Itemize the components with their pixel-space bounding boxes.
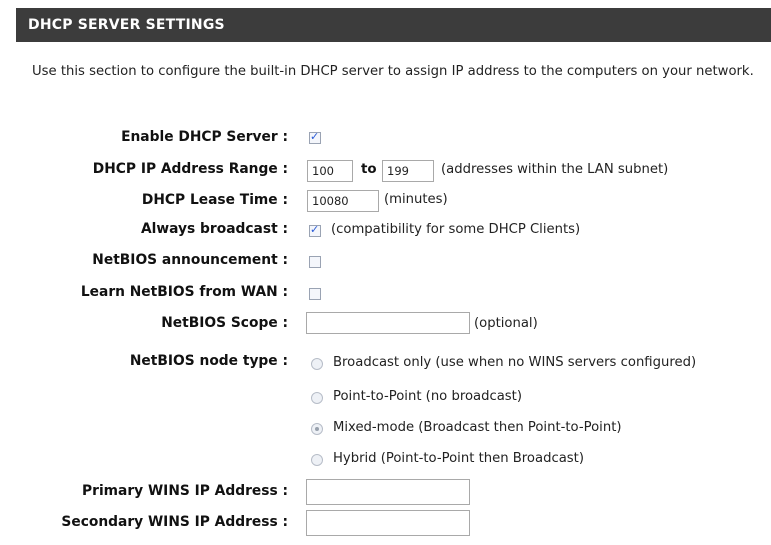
secondary-wins-input[interactable] [306, 510, 470, 536]
label-ip-range: DHCP IP Address Range : [92, 161, 288, 177]
lease-time-input[interactable]: 10080 [307, 190, 379, 212]
section-description: Use this section to configure the built-… [32, 64, 754, 79]
lease-time-unit: (minutes) [384, 192, 448, 207]
dhcp-settings-panel: DHCP SERVER SETTINGS Use this section to… [16, 8, 771, 545]
netbios-scope-input[interactable] [306, 312, 470, 334]
netbios-scope-hint: (optional) [474, 316, 538, 331]
radio-label-broadcast-only: Broadcast only (use when no WINS servers… [333, 355, 697, 370]
checkbox-learn-netbios[interactable] [309, 288, 321, 300]
label-always-broadcast: Always broadcast : [140, 221, 288, 237]
label-enable-dhcp: Enable DHCP Server : [121, 129, 288, 145]
label-netbios-announcement: NetBIOS announcement : [92, 252, 288, 268]
checkbox-netbios-announcement[interactable] [309, 256, 321, 268]
checkbox-enable-dhcp[interactable] [309, 130, 321, 144]
section-title: DHCP SERVER SETTINGS [16, 8, 771, 42]
ip-range-to-label: to [361, 162, 377, 177]
checkbox-always-broadcast[interactable] [309, 223, 321, 237]
radio-broadcast-only[interactable] [311, 358, 323, 370]
label-learn-netbios: Learn NetBIOS from WAN : [80, 284, 288, 300]
ip-range-hint: (addresses within the LAN subnet) [441, 162, 669, 177]
label-netbios-scope: NetBIOS Scope : [161, 315, 288, 331]
radio-hybrid[interactable] [311, 454, 323, 466]
radio-label-mixed-mode: Mixed-mode (Broadcast then Point-to-Poin… [333, 420, 622, 435]
label-secondary-wins: Secondary WINS IP Address : [61, 514, 288, 530]
label-primary-wins: Primary WINS IP Address : [82, 483, 288, 499]
ip-range-start-input[interactable]: 100 [307, 160, 353, 182]
ip-range-end-input[interactable]: 199 [382, 160, 434, 182]
radio-mixed-mode[interactable] [311, 423, 323, 435]
radio-point-to-point[interactable] [311, 392, 323, 404]
radio-label-point-to-point: Point-to-Point (no broadcast) [333, 389, 522, 404]
primary-wins-input[interactable] [306, 479, 470, 505]
label-lease-time: DHCP Lease Time : [141, 192, 288, 208]
label-netbios-node-type: NetBIOS node type : [129, 353, 288, 369]
radio-label-hybrid: Hybrid (Point-to-Point then Broadcast) [333, 451, 584, 466]
always-broadcast-hint: (compatibility for some DHCP Clients) [331, 222, 581, 237]
